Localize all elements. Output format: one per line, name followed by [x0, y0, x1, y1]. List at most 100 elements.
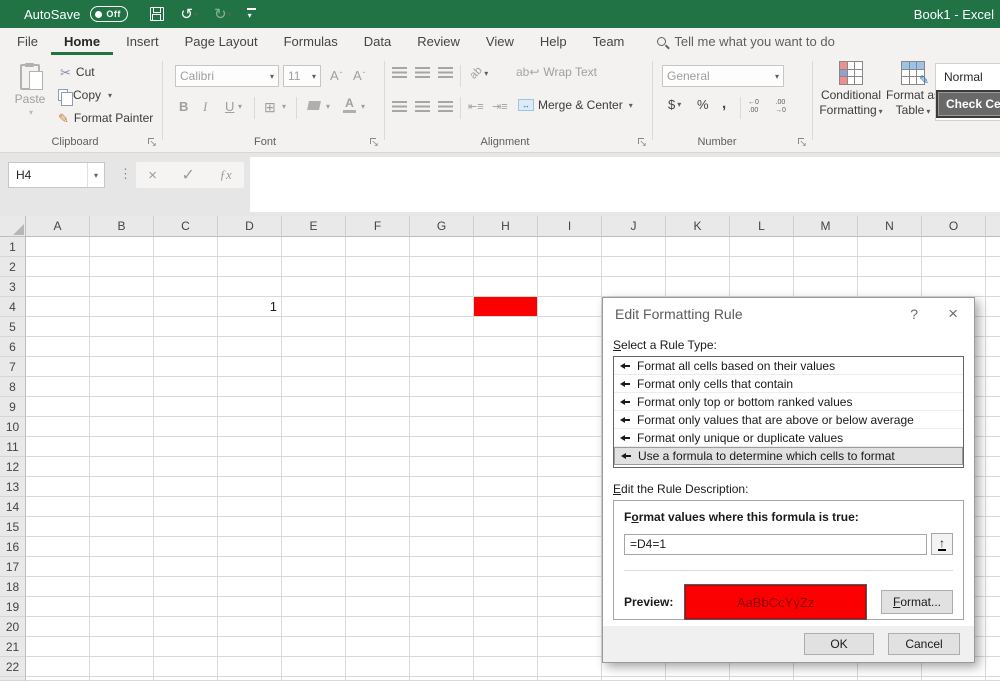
- decrease-indent-icon[interactable]: ⇤≡: [468, 100, 484, 113]
- grid-cell-partial[interactable]: [986, 617, 1000, 637]
- grid-cell-h16[interactable]: [474, 537, 538, 557]
- grid-cell-d11[interactable]: [218, 437, 282, 457]
- grid-cell-m23[interactable]: [794, 677, 858, 681]
- grid-cell-h10[interactable]: [474, 417, 538, 437]
- ribbon-tab-insert[interactable]: Insert: [113, 28, 172, 55]
- grid-cell-h1[interactable]: [474, 237, 538, 257]
- row-header-6[interactable]: 6: [0, 337, 26, 357]
- grid-cell-b18[interactable]: [90, 577, 154, 597]
- grid-cell-i21[interactable]: [538, 637, 602, 657]
- column-header-e[interactable]: E: [282, 216, 346, 237]
- grid-cell-g11[interactable]: [410, 437, 474, 457]
- grid-cell-i12[interactable]: [538, 457, 602, 477]
- grid-cell-c15[interactable]: [154, 517, 218, 537]
- grid-cell-g14[interactable]: [410, 497, 474, 517]
- grid-cell-i9[interactable]: [538, 397, 602, 417]
- bold-button[interactable]: B: [179, 99, 188, 114]
- column-header-i[interactable]: I: [538, 216, 602, 237]
- grid-cell-c7[interactable]: [154, 357, 218, 377]
- name-box-dropdown-icon[interactable]: ▾: [86, 163, 104, 187]
- row-header-10[interactable]: 10: [0, 417, 26, 437]
- ribbon-tab-page-layout[interactable]: Page Layout: [172, 28, 271, 55]
- grid-cell-c19[interactable]: [154, 597, 218, 617]
- grid-cell-d19[interactable]: [218, 597, 282, 617]
- grid-cell-g10[interactable]: [410, 417, 474, 437]
- grid-cell-g3[interactable]: [410, 277, 474, 297]
- grid-cell-k3[interactable]: [666, 277, 730, 297]
- row-header-11[interactable]: 11: [0, 437, 26, 457]
- grid-cell-o1[interactable]: [922, 237, 986, 257]
- ribbon-tab-view[interactable]: View: [473, 28, 527, 55]
- grid-cell-partial[interactable]: [986, 477, 1000, 497]
- grid-cell-partial[interactable]: [986, 677, 1000, 681]
- grid-cell-f19[interactable]: [346, 597, 410, 617]
- grid-cell-c12[interactable]: [154, 457, 218, 477]
- wrap-text-button[interactable]: ab↩ Wrap Text: [516, 65, 597, 79]
- grid-cell-j23[interactable]: [602, 677, 666, 681]
- underline-dropdown-icon[interactable]: ▾: [238, 102, 242, 111]
- grid-cell-i14[interactable]: [538, 497, 602, 517]
- grid-cell-c17[interactable]: [154, 557, 218, 577]
- ribbon-tab-team[interactable]: Team: [580, 28, 638, 55]
- grid-cell-b19[interactable]: [90, 597, 154, 617]
- grid-cell-a18[interactable]: [26, 577, 90, 597]
- grid-cell-a7[interactable]: [26, 357, 90, 377]
- underline-button[interactable]: U: [225, 99, 234, 114]
- column-header-a[interactable]: A: [26, 216, 90, 237]
- grid-cell-c16[interactable]: [154, 537, 218, 557]
- grid-cell-i7[interactable]: [538, 357, 602, 377]
- autosave-toggle[interactable]: Off: [90, 6, 129, 22]
- grid-cell-f18[interactable]: [346, 577, 410, 597]
- dialog-close-icon[interactable]: ×: [948, 304, 958, 324]
- grid-cell-a20[interactable]: [26, 617, 90, 637]
- grid-cell-n1[interactable]: [858, 237, 922, 257]
- grid-cell-c5[interactable]: [154, 317, 218, 337]
- grid-cell-c1[interactable]: [154, 237, 218, 257]
- row-header-13[interactable]: 13: [0, 477, 26, 497]
- grid-cell-b5[interactable]: [90, 317, 154, 337]
- grid-cell-f20[interactable]: [346, 617, 410, 637]
- grid-cell-f13[interactable]: [346, 477, 410, 497]
- alignment-dialog-launcher[interactable]: ↘: [638, 138, 648, 148]
- grid-cell-b10[interactable]: [90, 417, 154, 437]
- grid-cell-e17[interactable]: [282, 557, 346, 577]
- grid-cell-e16[interactable]: [282, 537, 346, 557]
- grid-cell-a15[interactable]: [26, 517, 90, 537]
- format-as-table-button[interactable]: ✎ Format as Table ▾: [884, 61, 942, 117]
- grid-cell-a2[interactable]: [26, 257, 90, 277]
- column-header-j[interactable]: J: [602, 216, 666, 237]
- grid-cell-b12[interactable]: [90, 457, 154, 477]
- grid-cell-d9[interactable]: [218, 397, 282, 417]
- grid-cell-c10[interactable]: [154, 417, 218, 437]
- grid-cell-b4[interactable]: [90, 297, 154, 317]
- collapse-dialog-button[interactable]: ↑: [931, 533, 953, 555]
- insert-function-icon[interactable]: ƒx: [219, 167, 231, 183]
- row-header-15[interactable]: 15: [0, 517, 26, 537]
- grid-cell-e7[interactable]: [282, 357, 346, 377]
- grid-cell-a12[interactable]: [26, 457, 90, 477]
- grid-cell-d5[interactable]: [218, 317, 282, 337]
- grid-cell-g21[interactable]: [410, 637, 474, 657]
- grid-cell-a9[interactable]: [26, 397, 90, 417]
- style-chip-check-cell[interactable]: Check Ce: [936, 90, 1000, 118]
- grid-cell-c20[interactable]: [154, 617, 218, 637]
- grid-cell-b2[interactable]: [90, 257, 154, 277]
- select-all-corner[interactable]: [0, 216, 26, 237]
- grid-cell-f21[interactable]: [346, 637, 410, 657]
- grid-cell-e21[interactable]: [282, 637, 346, 657]
- grid-cell-b20[interactable]: [90, 617, 154, 637]
- ribbon-tab-home[interactable]: Home: [51, 28, 113, 55]
- borders-dropdown-icon[interactable]: ▾: [282, 102, 286, 111]
- grid-cell-partial[interactable]: [986, 637, 1000, 657]
- orientation-button[interactable]: ab▾: [468, 64, 489, 81]
- grid-cell-n2[interactable]: [858, 257, 922, 277]
- ribbon-tab-review[interactable]: Review: [404, 28, 473, 55]
- row-header-8[interactable]: 8: [0, 377, 26, 397]
- column-header-o[interactable]: O: [922, 216, 986, 237]
- grid-cell-b11[interactable]: [90, 437, 154, 457]
- grid-cell-d4[interactable]: 1: [218, 297, 282, 317]
- grid-cell-h6[interactable]: [474, 337, 538, 357]
- grid-cell-g22[interactable]: [410, 657, 474, 677]
- grid-cell-e2[interactable]: [282, 257, 346, 277]
- grid-cell-partial[interactable]: [986, 237, 1000, 257]
